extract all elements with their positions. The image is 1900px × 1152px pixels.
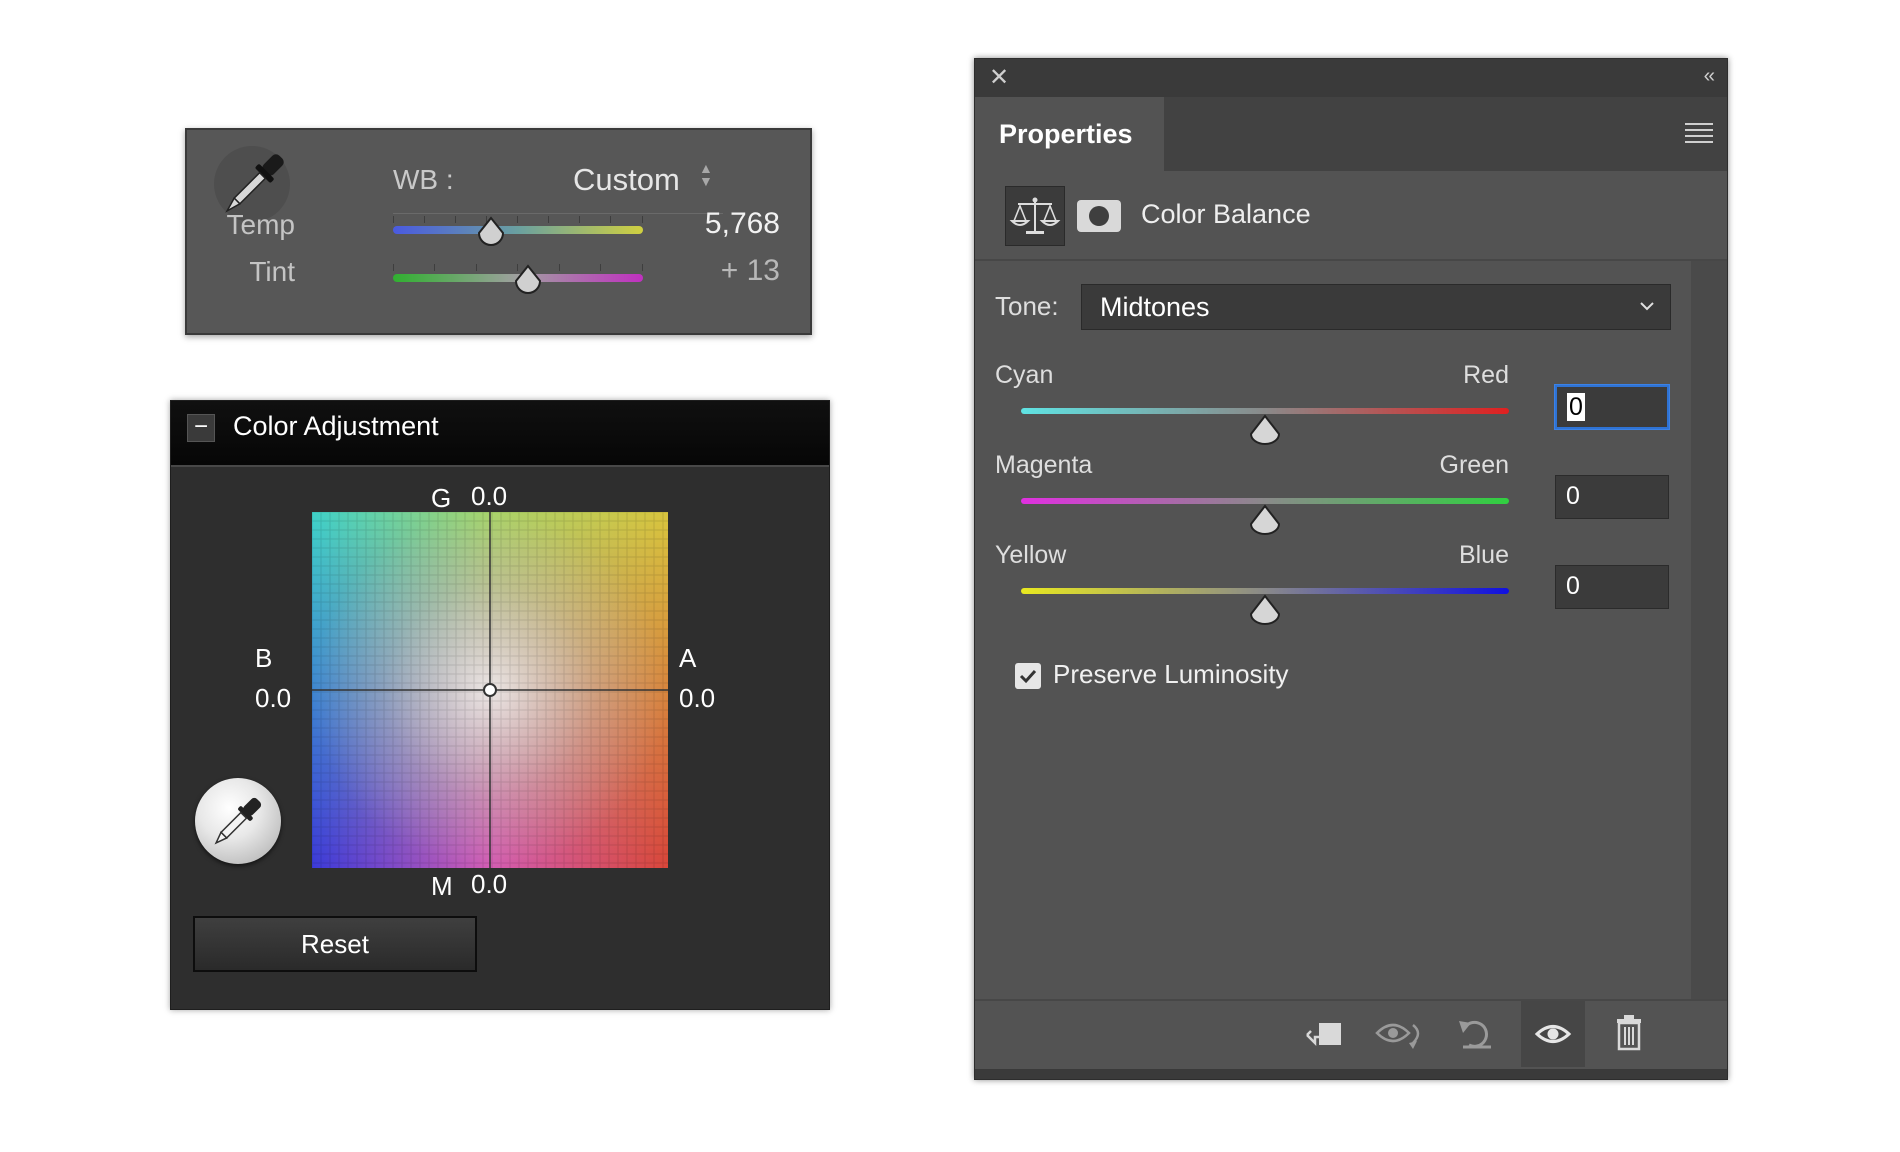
wb-label: WB : xyxy=(393,164,454,195)
visibility-toggle-button[interactable] xyxy=(1521,1001,1585,1067)
white-balance-panel: WB : Custom ▲ ▼ Temp 5,768 Tint + 13 xyxy=(185,128,812,335)
tint-value[interactable]: + 13 xyxy=(721,254,780,288)
temp-slider-ticks xyxy=(393,216,643,224)
g-value: 0.0 xyxy=(471,481,508,511)
preserve-luminosity-label[interactable]: Preserve Luminosity xyxy=(1053,659,1289,690)
tab-properties[interactable]: Properties xyxy=(975,97,1164,171)
blue-label: Blue xyxy=(1458,541,1509,569)
close-icon[interactable]: ✕ xyxy=(989,63,1009,92)
trash-icon[interactable] xyxy=(1597,1001,1661,1067)
yellow-label: Yellow xyxy=(995,541,1067,569)
cyan-red-slider-thumb[interactable] xyxy=(1248,414,1282,448)
adjustment-title: Color Balance xyxy=(1141,199,1311,229)
reset-button[interactable]: Reset xyxy=(193,916,477,972)
scrollbar[interactable] xyxy=(1691,261,1727,999)
properties-panel: ✕ ‹‹ Properties Color Balance Tone: Midt… xyxy=(974,58,1728,1080)
tone-label: Tone: xyxy=(995,291,1059,321)
reset-icon[interactable] xyxy=(1445,1001,1509,1067)
temp-slider-thumb[interactable] xyxy=(476,216,506,246)
b-axis-label: B xyxy=(255,643,273,673)
wb-divider xyxy=(393,213,723,214)
eyedropper-picker-button[interactable] xyxy=(195,778,281,864)
m-axis-label: M xyxy=(431,871,453,901)
wb-preset-select[interactable]: Custom xyxy=(573,162,680,198)
collapse-panel-icon[interactable]: ‹‹ xyxy=(1704,65,1715,88)
clip-to-layer-icon[interactable] xyxy=(1293,1001,1357,1067)
panel-titlebar: ✕ ‹‹ xyxy=(975,59,1727,97)
magenta-green-value-input[interactable]: 0 xyxy=(1555,475,1669,519)
g-axis-label: G xyxy=(431,483,452,513)
temp-slider-track[interactable] xyxy=(393,226,643,234)
magenta-label: Magenta xyxy=(995,451,1093,479)
yellow-blue-value-input[interactable]: 0 xyxy=(1555,565,1669,609)
hamburger-menu-icon[interactable] xyxy=(1685,123,1713,143)
a-axis-label: A xyxy=(679,643,697,673)
color-grid-handle xyxy=(483,683,497,697)
a-value: 0.0 xyxy=(679,683,716,713)
m-value: 0.0 xyxy=(471,869,508,899)
color-grid[interactable] xyxy=(312,512,668,868)
checkmark-icon xyxy=(1019,669,1037,684)
collapse-button[interactable]: − xyxy=(187,414,215,442)
red-label: Red xyxy=(1463,361,1509,389)
color-adjustment-panel: − Color Adjustment G 0.0 B 0.0 A 0.0 M 0… xyxy=(170,400,830,1010)
temp-value[interactable]: 5,768 xyxy=(705,207,780,241)
temp-label: Temp xyxy=(226,209,295,240)
panel-title: Color Adjustment xyxy=(233,411,439,441)
chevron-down-icon xyxy=(1640,302,1654,311)
tint-label: Tint xyxy=(249,256,295,287)
tint-slider-thumb[interactable] xyxy=(513,264,543,294)
panel-resize-edge[interactable] xyxy=(975,1069,1727,1079)
balance-scale-icon[interactable] xyxy=(1005,186,1065,246)
cyan-label: Cyan xyxy=(995,361,1054,389)
color-adjustment-header: − Color Adjustment xyxy=(171,401,829,467)
panel-tab-row: Properties xyxy=(975,97,1727,171)
cyan-red-value-input[interactable]: 0 xyxy=(1555,385,1669,429)
magenta-green-slider-thumb[interactable] xyxy=(1248,504,1282,538)
tone-select-value: Midtones xyxy=(1100,292,1210,322)
layer-mask-icon[interactable] xyxy=(1077,200,1121,232)
divider xyxy=(975,259,1727,261)
view-previous-state-icon[interactable] xyxy=(1369,1001,1433,1067)
eyedropper-icon xyxy=(214,797,262,845)
updown-arrows-icon[interactable]: ▲ ▼ xyxy=(699,161,713,188)
cyan-red-value-text: 0 xyxy=(1567,393,1585,421)
b-value: 0.0 xyxy=(255,683,292,713)
yellow-blue-slider-thumb[interactable] xyxy=(1248,594,1282,628)
visibility-eye-icon xyxy=(1534,1025,1572,1043)
panel-footer xyxy=(975,999,1727,1071)
green-label: Green xyxy=(1439,451,1509,479)
preserve-luminosity-checkbox[interactable] xyxy=(1015,663,1041,689)
tone-select[interactable]: Midtones xyxy=(1081,284,1671,330)
